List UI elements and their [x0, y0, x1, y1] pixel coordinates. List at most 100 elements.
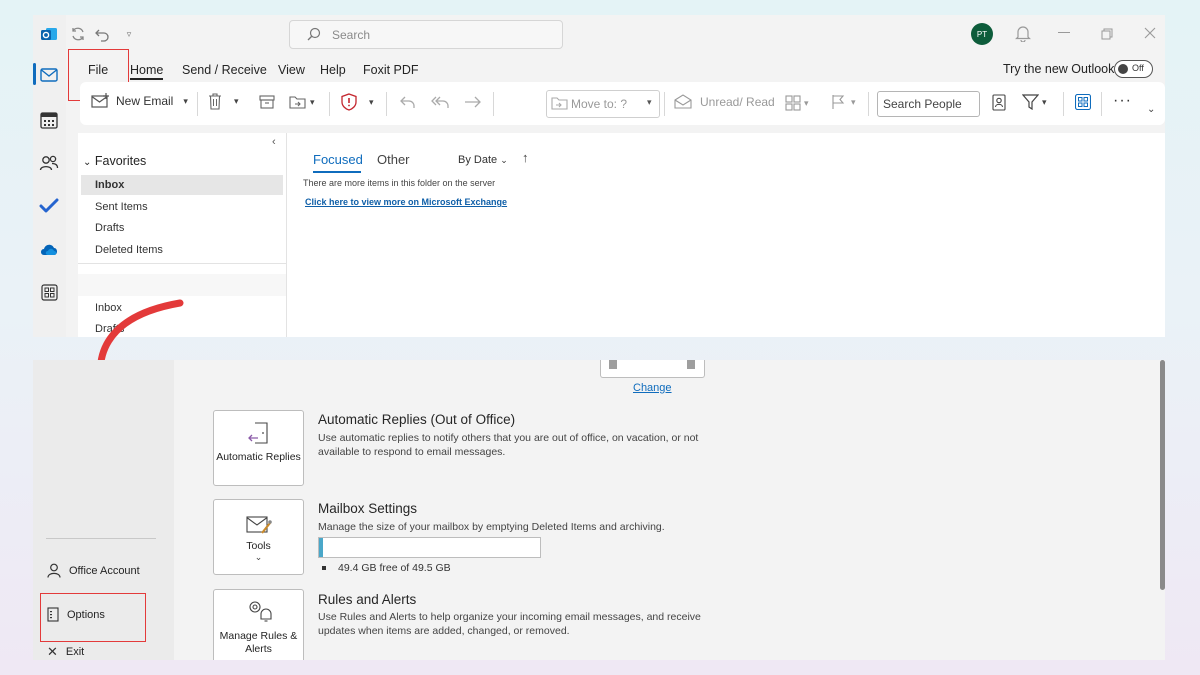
focused-underline [313, 171, 361, 173]
sort-direction-arrow-icon[interactable]: ↑ [522, 150, 529, 165]
expand-ribbon-icon[interactable]: ⌄ [1147, 104, 1155, 115]
address-book-button[interactable] [992, 94, 1006, 111]
nav-exit[interactable]: ✕ Exit [47, 644, 84, 660]
move-button[interactable]: ▾ [289, 94, 315, 110]
forward-icon [465, 96, 481, 108]
frame-corner [609, 360, 617, 369]
frame-corner [687, 360, 695, 369]
tab-help[interactable]: Help [320, 63, 346, 77]
follow-up-button[interactable]: ▾ [831, 94, 856, 110]
move-to-label: Move to: ? [571, 97, 628, 111]
automatic-replies-tile-label: Automatic Replies [216, 451, 301, 463]
address-book-icon [992, 94, 1006, 111]
bell-icon[interactable] [1015, 25, 1031, 47]
trash-icon [209, 93, 221, 110]
divider [329, 92, 330, 116]
move-to-quickstep[interactable]: Move to: ? ▾ [546, 90, 660, 118]
folder-sent-items[interactable]: Sent Items [95, 201, 148, 213]
minimize-icon[interactable] [1058, 32, 1070, 33]
favorites-label: Favorites [94, 154, 147, 168]
message-list: Focused Other By Date ⌄ ↑ There are more… [286, 133, 564, 337]
all-apps-button[interactable] [1075, 94, 1091, 110]
rules-alerts-icon [249, 601, 272, 622]
view-more-exchange-link[interactable]: Click here to view more on Microsoft Exc… [305, 197, 507, 207]
chevron-down-icon: ▾ [310, 96, 315, 107]
ribbon-toolbar: New Email ▾ ▾ ▾ ▾ Move to: ? ▾ Unread/ R… [80, 82, 1165, 125]
search-box[interactable]: Search [289, 20, 563, 49]
chevron-down-icon: ▾ [804, 97, 809, 108]
mailbox-tools-icon [246, 516, 272, 534]
apps-icon [1075, 94, 1091, 110]
divider [493, 92, 494, 116]
archive-button[interactable] [259, 95, 275, 109]
new-outlook-toggle[interactable]: Off [1114, 60, 1153, 78]
server-notice: There are more items in this folder on t… [303, 178, 496, 188]
door-exit-icon [248, 422, 268, 444]
undo-icon[interactable] [93, 25, 111, 43]
mailbox-quota-fill [319, 538, 323, 557]
avatar[interactable]: PT [971, 23, 993, 45]
reply-button[interactable] [399, 95, 417, 109]
new-email-button[interactable]: New Email ▾ [91, 93, 188, 109]
restore-icon[interactable] [1101, 27, 1113, 45]
new-email-label: New Email [116, 94, 174, 108]
search-people-input[interactable]: Search People [877, 91, 980, 117]
automatic-replies-tile[interactable]: Automatic Replies [213, 410, 304, 486]
people-icon[interactable] [39, 153, 59, 173]
person-icon [47, 563, 61, 578]
rail-selection-indicator [33, 63, 36, 85]
calendar-icon[interactable] [39, 110, 59, 130]
reply-all-button[interactable] [431, 95, 451, 109]
unread-read-button[interactable]: Unread/ Read [674, 94, 775, 109]
toggle-knob [1118, 64, 1128, 74]
customize-qat-icon[interactable]: ▿ [120, 25, 138, 43]
delete-button[interactable]: ▾ [208, 93, 239, 110]
divider [1063, 92, 1064, 116]
tab-focused[interactable]: Focused [313, 152, 363, 167]
archive-icon [259, 95, 275, 109]
apps-icon[interactable] [39, 282, 59, 302]
rules-alerts-title: Rules and Alerts [318, 592, 417, 607]
favorites-header[interactable]: ⌄ Favorites [83, 154, 146, 168]
rules-alerts-description: Use Rules and Alerts to help organize yo… [318, 611, 701, 637]
tab-view[interactable]: View [278, 63, 305, 77]
divider [386, 92, 387, 116]
scrollbar[interactable] [1160, 360, 1165, 590]
reply-icon [400, 96, 415, 108]
chevron-down-icon: ⌄ [83, 157, 92, 168]
todo-icon[interactable] [39, 196, 59, 216]
manage-rules-tile-label: Manage Rules & Alerts [219, 630, 298, 655]
search-icon [307, 27, 321, 41]
mailbox-quota-bar [318, 537, 541, 558]
move-to-icon [551, 97, 568, 110]
onedrive-icon[interactable] [39, 239, 59, 259]
mail-icon[interactable] [39, 65, 59, 85]
tab-home[interactable]: Home [130, 63, 164, 80]
collapse-pane-icon[interactable]: ‹ [272, 136, 276, 148]
folder-deleted-items[interactable]: Deleted Items [95, 244, 163, 256]
manage-rules-tile[interactable]: Manage Rules & Alerts [213, 589, 304, 660]
more-options-icon[interactable]: ··· [1113, 92, 1132, 110]
close-icon[interactable] [1144, 26, 1156, 44]
chevron-down-icon: ▾ [369, 96, 374, 107]
mailbox-settings-title: Mailbox Settings [318, 501, 418, 516]
report-button[interactable]: ▾ [341, 93, 374, 111]
categorize-button[interactable]: ▾ [785, 95, 809, 111]
tab-send-receive[interactable]: Send / Receive [182, 63, 267, 77]
nav-office-account[interactable]: Office Account [47, 563, 140, 578]
sort-by-date[interactable]: By Date ⌄ [458, 154, 508, 166]
forward-button[interactable] [464, 95, 482, 109]
folder-drafts[interactable]: Drafts [95, 222, 124, 234]
sync-icon[interactable] [69, 25, 87, 43]
categorize-icon [785, 95, 801, 111]
divider [46, 538, 156, 539]
filter-email-button[interactable]: ▾ [1022, 94, 1047, 110]
outlook-main-window: ▿ Search PT File Home Send / Receive Vie… [33, 15, 1165, 337]
flag-icon [832, 95, 845, 109]
tab-other[interactable]: Other [377, 152, 410, 167]
tools-tile[interactable]: Tools ⌄ [213, 499, 304, 575]
automatic-replies-title: Automatic Replies (Out of Office) [318, 412, 516, 427]
folder-inbox[interactable]: Inbox [95, 179, 124, 191]
tab-foxit-pdf[interactable]: Foxit PDF [363, 63, 419, 77]
change-link[interactable]: Change [633, 382, 672, 394]
